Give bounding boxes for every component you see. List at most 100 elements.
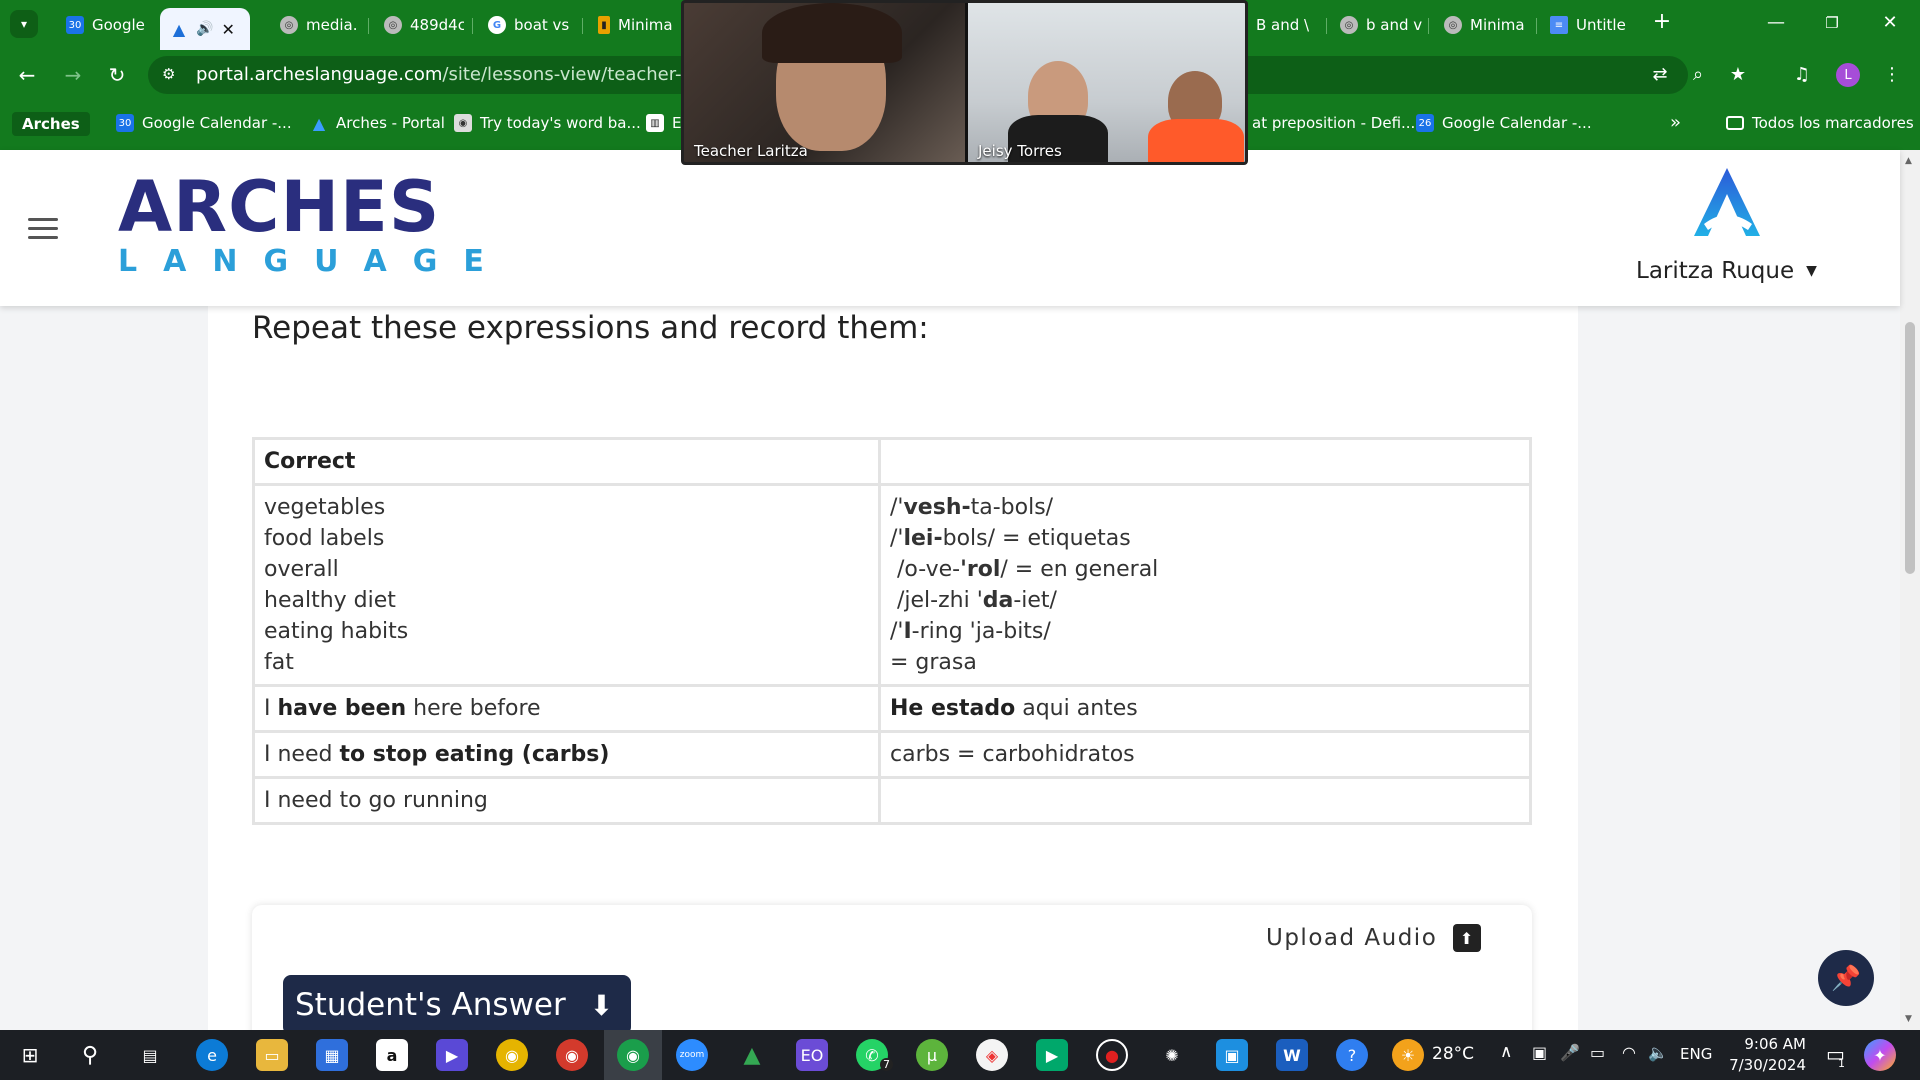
meet-icon[interactable]: ▶ [1036,1039,1068,1071]
weather-icon[interactable]: ☀ [1392,1039,1424,1071]
tab-b-and[interactable]: B and \ [1246,8,1332,42]
chatgpt-icon[interactable]: ✺ [1156,1039,1188,1071]
chrome-profile-l-icon[interactable]: ◉ [617,1039,649,1071]
tab-minima-2[interactable]: ◎ Minima [1434,8,1530,42]
table-cell: I need to stop eating (carbs) [252,730,881,779]
record-icon[interactable]: ● [1096,1039,1128,1071]
tab-minima[interactable]: ▮ Minima [588,8,680,42]
tab-arches-active[interactable]: ▲ 🔊 ✕ [160,8,250,50]
arches-logo-wordmark[interactable]: ARCHES [118,172,440,242]
mic-tray-icon[interactable]: 🎤 [1560,1043,1580,1062]
utorrent-icon[interactable]: µ [916,1039,948,1071]
tab-b-and-v[interactable]: ◎ b and v [1330,8,1422,42]
pin-button[interactable]: 📌 [1818,950,1874,1006]
close-tab-icon[interactable]: ✕ [221,20,234,39]
zoom-app-icon[interactable]: zoom [676,1039,708,1071]
star-icon[interactable]: ★ [1726,64,1750,85]
teams-icon[interactable]: ▣ [1216,1039,1248,1071]
zoom-icon[interactable]: ⌕ [1686,64,1710,85]
translate-icon[interactable]: ⇄ [1648,64,1672,85]
page-scrollbar[interactable]: ▲ ▼ [1900,150,1920,1030]
arches-logo-subtitle: LANGUAGE [118,244,510,279]
menu-kebab-icon[interactable]: ⋮ [1880,64,1904,85]
forward-icon[interactable]: → [60,63,86,87]
arches-icon: ▲ [312,113,326,133]
onenote-icon[interactable]: EO [796,1039,828,1071]
profile-avatar[interactable]: L [1836,63,1860,87]
wifi-icon[interactable]: ◠ [1622,1043,1636,1062]
reload-icon[interactable]: ↻ [104,63,130,87]
copilot-tray-icon[interactable]: ✦ [1864,1039,1896,1071]
restore-icon[interactable]: ❐ [1820,14,1844,32]
word-item: healthy diet [264,588,396,613]
volume-icon[interactable]: 🔈 [1648,1043,1668,1062]
chrome-profile-icon[interactable]: ◉ [556,1039,588,1071]
tab-search-button[interactable]: ▾ [10,10,38,38]
store-icon[interactable]: ▦ [316,1039,348,1071]
tab-separator [472,18,473,34]
word-icon: ◉ [454,114,472,132]
tab-untitled[interactable]: ≡ Untitle [1540,8,1636,42]
tab-boat-vs[interactable]: G boat vs [478,8,574,42]
search-icon[interactable]: ⚲ [74,1039,106,1071]
new-tab-button[interactable]: + [1650,9,1674,34]
edge-icon[interactable]: e [196,1039,228,1071]
hamburger-menu-icon[interactable] [28,218,58,245]
media-control-icon[interactable]: ♫ [1790,64,1814,85]
bookmark-google-calendar-2[interactable]: 26 Google Calendar -... [1416,114,1592,132]
all-bookmarks[interactable]: Todos los marcadores [1726,114,1914,132]
zoom-video-panel[interactable]: Teacher Laritza Jeisy Torres [681,0,1248,165]
windows-start-icon[interactable]: ⊞ [14,1039,46,1071]
user-menu[interactable]: Laritza Ruque ▼ [1636,258,1817,284]
bookmark-word-ba[interactable]: ◉ Try today's word ba... [454,114,641,132]
tab-489d4c[interactable]: ◎ 489d4c [374,8,464,42]
battery-icon[interactable]: ▭ [1590,1043,1605,1062]
bookmark-e[interactable]: ▥ E [646,114,681,132]
word-item: eating habits [264,619,409,644]
bookmark-arches[interactable]: Arches [12,112,90,136]
camera-tray-icon[interactable]: ▣ [1532,1043,1547,1062]
bookmark-at-preposition[interactable]: at preposition - Defi... [1252,114,1415,132]
globe-icon: ◎ [280,16,298,34]
participant-name-1: Teacher Laritza [694,142,808,160]
google-drive-icon[interactable]: ▲ [736,1039,768,1071]
video-teacher: Teacher Laritza [684,3,965,162]
site-header: ARCHES LANGUAGE Laritza Ruque ▼ [0,150,1900,306]
speaker-icon[interactable]: 🔊 [196,21,213,37]
clock-time[interactable]: 9:06 AM [1734,1035,1806,1053]
show-hidden-icons[interactable]: ∧ [1500,1042,1512,1062]
table-row: I need to stop eating (carbs) carbs = ca… [252,730,1532,779]
scroll-up-icon[interactable]: ▲ [1905,156,1912,166]
clock-date[interactable]: 7/30/2024 [1726,1056,1806,1074]
word-app-icon[interactable]: W [1276,1039,1308,1071]
task-view-icon[interactable]: ▤ [134,1039,166,1071]
globe-icon: ◎ [1340,16,1358,34]
tab-google-calendar[interactable]: 30 Google [56,8,152,42]
participant-hair [762,3,902,63]
calendar-icon: 30 [66,16,84,34]
minimize-icon[interactable]: — [1764,12,1788,33]
file-explorer-icon[interactable]: ▭ [256,1039,288,1071]
scroll-thumb[interactable] [1905,322,1915,574]
bookmark-arches-portal[interactable]: ▲ Arches - Portal [310,113,445,133]
globe-icon: ◎ [384,16,402,34]
upload-audio-button[interactable]: Upload Audio ⬆ [1266,924,1482,952]
help-icon[interactable]: ? [1336,1039,1368,1071]
tab-media[interactable]: ◎ media. [270,8,360,42]
amazon-icon[interactable]: a [376,1039,408,1071]
scroll-down-icon[interactable]: ▼ [1905,1014,1912,1024]
student-answer-button[interactable]: Student's Answer ⬇ [283,975,631,1035]
site-info-icon[interactable]: ⚙ [162,65,175,83]
close-window-icon[interactable]: ✕ [1878,12,1902,33]
bookmarks-overflow-button[interactable]: » [1670,112,1681,133]
chrome-icon[interactable]: ◉ [496,1039,528,1071]
bookmark-google-calendar[interactable]: 30 Google Calendar -... [116,114,292,132]
table-cell [878,776,1532,825]
table-header-cell [878,437,1532,486]
copilot-icon[interactable]: ▶ [436,1039,468,1071]
pronunciation-item: /'vesh-ta-bols/ [890,495,1054,520]
security-icon[interactable]: ◈ [976,1039,1008,1071]
back-icon[interactable]: ← [14,63,40,87]
input-language[interactable]: ENG [1680,1045,1712,1063]
caret-down-icon: ▼ [1806,263,1817,279]
